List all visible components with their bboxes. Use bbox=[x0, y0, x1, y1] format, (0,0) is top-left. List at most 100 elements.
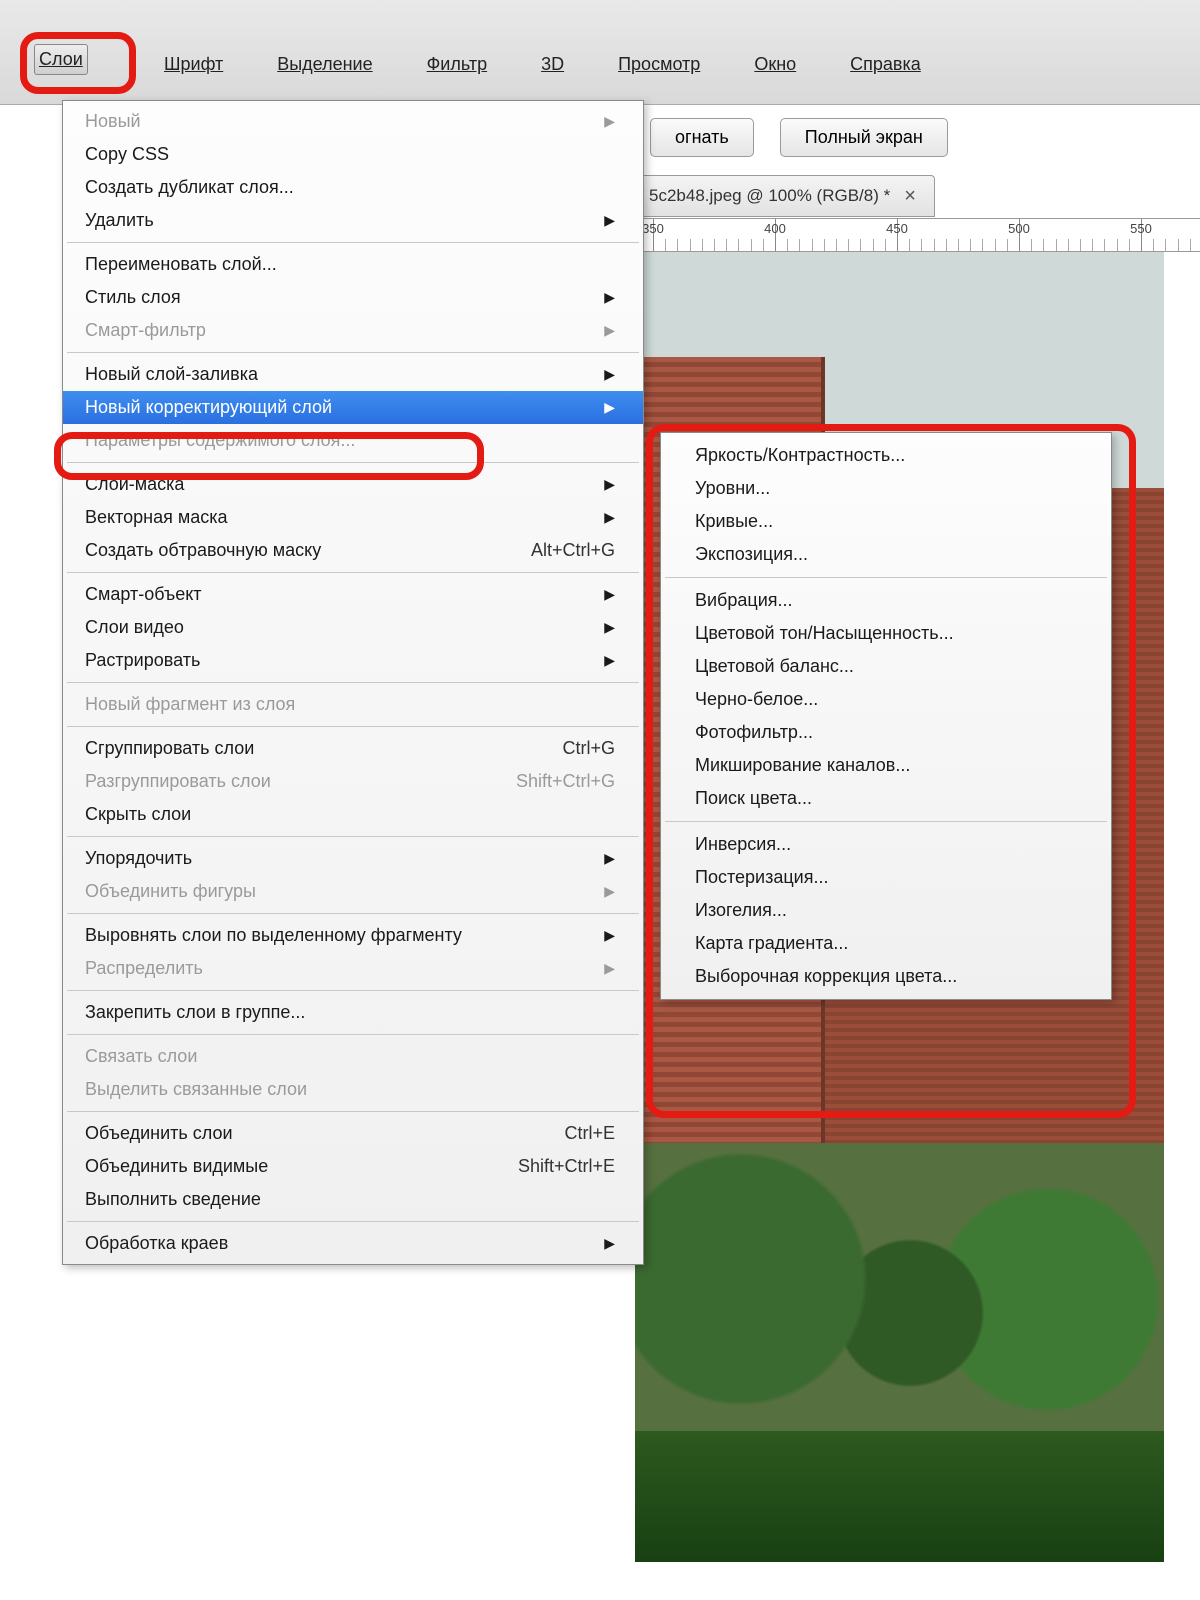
submenu-item-s1-4[interactable]: Фотофильтр... bbox=[661, 716, 1111, 749]
menu-item-shortcut: Alt+Ctrl+G bbox=[531, 540, 615, 561]
submenu-item-s0-3[interactable]: Экспозиция... bbox=[661, 538, 1111, 571]
menu-item-style[interactable]: Стиль слоя▶ bbox=[63, 281, 643, 314]
menu-item-arrange[interactable]: Упорядочить▶ bbox=[63, 842, 643, 875]
menu-item-label: Удалить bbox=[85, 210, 154, 231]
submenu-item-s1-6[interactable]: Поиск цвета... bbox=[661, 782, 1111, 815]
menu-item-rename[interactable]: Переименовать слой... bbox=[63, 248, 643, 281]
menu-item-ungroup: Разгруппировать слоиShift+Ctrl+G bbox=[63, 765, 643, 798]
menu-item-new: Новый ▶ bbox=[63, 105, 643, 138]
menu-view[interactable]: Просмотр bbox=[614, 50, 704, 104]
menu-item-label: Обработка краев bbox=[85, 1233, 228, 1254]
submenu-item-s1-5[interactable]: Микширование каналов... bbox=[661, 749, 1111, 782]
submenu-item-s1-1[interactable]: Цветовой тон/Насыщенность... bbox=[661, 617, 1111, 650]
menu-item-label: Выполнить сведение bbox=[85, 1189, 261, 1210]
menu-item-mask[interactable]: Слой-маска▶ bbox=[63, 468, 643, 501]
submenu-item-s2-4[interactable]: Выборочная коррекция цвета... bbox=[661, 960, 1111, 993]
new-adjustment-layer-submenu: Яркость/Контрастность...Уровни...Кривые.… bbox=[660, 432, 1112, 1000]
menu-item-label: Объединить фигуры bbox=[85, 881, 256, 902]
menu-item-group[interactable]: Сгруппировать слои Ctrl+G bbox=[63, 732, 643, 765]
menu-item-smartobj[interactable]: Смарт-объект ▶ bbox=[63, 578, 643, 611]
menu-item-lock[interactable]: Закрепить слои в группе... bbox=[63, 996, 643, 1029]
menu-item-label: Сгруппировать слои bbox=[85, 738, 254, 759]
menu-item-videolayers[interactable]: Слои видео ▶ bbox=[63, 611, 643, 644]
document-tab[interactable]: 5c2b48.jpeg @ 100% (RGB/8) * × bbox=[630, 175, 935, 217]
menu-3d[interactable]: 3D bbox=[537, 50, 568, 104]
menu-item-label: Переименовать слой... bbox=[85, 254, 277, 275]
menu-item-contentopts: Параметры содержимого слоя... bbox=[63, 424, 643, 457]
menu-help[interactable]: Справка bbox=[846, 50, 925, 104]
submenu-arrow-icon: ▶ bbox=[604, 1235, 615, 1252]
menu-item-label: Разгруппировать слои bbox=[85, 771, 271, 792]
menu-item-hide[interactable]: Скрыть слои bbox=[63, 798, 643, 831]
menu-item-label: Векторная маска bbox=[85, 507, 228, 528]
submenu-item-s1-0[interactable]: Вибрация... bbox=[661, 584, 1111, 617]
submenu-arrow-icon: ▶ bbox=[604, 366, 615, 383]
fullscreen-button[interactable]: Полный экран bbox=[780, 118, 948, 157]
submenu-arrow-icon: ▶ bbox=[604, 619, 615, 636]
submenu-arrow-icon: ▶ bbox=[604, 399, 615, 416]
menu-item-label: Закрепить слои в группе... bbox=[85, 1002, 305, 1023]
submenu-arrow-icon: ▶ bbox=[604, 586, 615, 603]
menu-item-align[interactable]: Выровнять слои по выделенному фрагменту▶ bbox=[63, 919, 643, 952]
close-icon[interactable]: × bbox=[904, 185, 916, 208]
menu-type[interactable]: Шрифт bbox=[160, 50, 227, 104]
menu-item-label: Распределить bbox=[85, 958, 203, 979]
submenu-arrow-icon: ▶ bbox=[604, 927, 615, 944]
submenu-item-s0-1[interactable]: Уровни... bbox=[661, 472, 1111, 505]
menu-item-label: Связать слои bbox=[85, 1046, 197, 1067]
submenu-arrow-icon: ▶ bbox=[604, 509, 615, 526]
menu-item-vecmask[interactable]: Векторная маска ▶ bbox=[63, 501, 643, 534]
menu-item-label: Объединить видимые bbox=[85, 1156, 268, 1177]
fit-button[interactable]: огнать bbox=[650, 118, 754, 157]
menu-item-label: Объединить слои bbox=[85, 1123, 233, 1144]
submenu-item-s2-2[interactable]: Изогелия... bbox=[661, 894, 1111, 927]
menu-filter[interactable]: Фильтр bbox=[423, 50, 491, 104]
menu-item-label: Слои видео bbox=[85, 617, 184, 638]
menu-item-combine: Объединить фигуры ▶ bbox=[63, 875, 643, 908]
menu-item-shortcut: Ctrl+G bbox=[562, 738, 615, 759]
submenu-item-s0-2[interactable]: Кривые... bbox=[661, 505, 1111, 538]
menu-item-dup[interactable]: Создать дубликат слоя... bbox=[63, 171, 643, 204]
menu-item-label: Выделить связанные слои bbox=[85, 1079, 307, 1100]
menu-item-shortcut: Ctrl+E bbox=[564, 1123, 615, 1144]
options-bar: огнать Полный экран bbox=[650, 118, 948, 157]
menu-item-smartfilter: Смарт-фильтр▶ bbox=[63, 314, 643, 347]
menu-item-copycss[interactable]: Copy CSS bbox=[63, 138, 643, 171]
menu-select[interactable]: Выделение bbox=[273, 50, 376, 104]
menu-item-label: Скрыть слои bbox=[85, 804, 191, 825]
menu-item-label: Создать обтравочную маску bbox=[85, 540, 321, 561]
menubar: Слои Шрифт Выделение Фильтр 3D Просмотр … bbox=[0, 0, 1200, 105]
submenu-arrow-icon: ▶ bbox=[604, 113, 615, 130]
submenu-item-s1-2[interactable]: Цветовой баланс... bbox=[661, 650, 1111, 683]
menu-item-slice: Новый фрагмент из слоя bbox=[63, 688, 643, 721]
submenu-item-s0-0[interactable]: Яркость/Контрастность... bbox=[661, 439, 1111, 472]
menu-item-label: Copy CSS bbox=[85, 144, 169, 165]
menu-item-merge[interactable]: Объединить слои Ctrl+E bbox=[63, 1117, 643, 1150]
menu-item-label: Смарт-объект bbox=[85, 584, 202, 605]
menu-item-raster[interactable]: Растрировать▶ bbox=[63, 644, 643, 677]
horizontal-ruler: 350400450500550 bbox=[635, 218, 1200, 252]
menu-item-label: Слой-маска bbox=[85, 474, 184, 495]
menu-item-delete[interactable]: Удалить▶ bbox=[63, 204, 643, 237]
menu-item-sellinked: Выделить связанные слои bbox=[63, 1073, 643, 1106]
submenu-item-s2-1[interactable]: Постеризация... bbox=[661, 861, 1111, 894]
menu-item-flatten[interactable]: Выполнить сведение bbox=[63, 1183, 643, 1216]
menu-window[interactable]: Окно bbox=[750, 50, 800, 104]
menu-layers[interactable]: Слои bbox=[34, 44, 88, 75]
menu-item-label: Упорядочить bbox=[85, 848, 192, 869]
submenu-item-s2-3[interactable]: Карта градиента... bbox=[661, 927, 1111, 960]
menu-item-shortcut: Shift+Ctrl+E bbox=[518, 1156, 615, 1177]
menu-item-mergevis[interactable]: Объединить видимые Shift+Ctrl+E bbox=[63, 1150, 643, 1183]
menu-item-label: Новый bbox=[85, 111, 141, 132]
layers-menu: Новый ▶ Copy CSS Создать дубликат слоя... Уд… bbox=[62, 100, 644, 1265]
menu-item-label: Создать дубликат слоя... bbox=[85, 177, 294, 198]
menu-item-fill[interactable]: Новый слой-заливка▶ bbox=[63, 358, 643, 391]
menu-item-label: Смарт-фильтр bbox=[85, 320, 206, 341]
menu-item-matting[interactable]: Обработка краев ▶ bbox=[63, 1227, 643, 1260]
menu-item-adj[interactable]: Новый корректирующий слой▶ bbox=[63, 391, 643, 424]
submenu-item-s1-3[interactable]: Черно-белое... bbox=[661, 683, 1111, 716]
menu-item-distribute: Распределить▶ bbox=[63, 952, 643, 985]
submenu-item-s2-0[interactable]: Инверсия... bbox=[661, 828, 1111, 861]
menu-item-clip[interactable]: Создать обтравочную маску Alt+Ctrl+G bbox=[63, 534, 643, 567]
submenu-arrow-icon: ▶ bbox=[604, 883, 615, 900]
